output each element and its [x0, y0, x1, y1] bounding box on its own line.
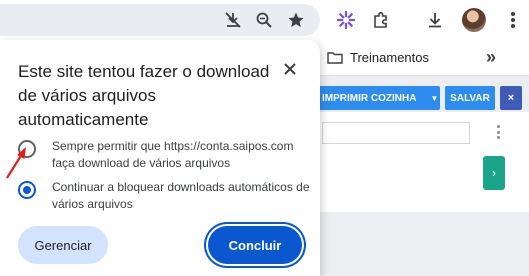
save-button[interactable]: SALVAR: [445, 86, 495, 110]
download-permission-dialog: Este site tentou fazer o download de vár…: [0, 40, 320, 276]
option-allow-label: Sempre permitir que https://conta.saipos…: [52, 139, 294, 170]
bookmark-star-icon[interactable]: [285, 9, 307, 31]
radio-block[interactable]: [18, 181, 36, 199]
print-kitchen-label: IMPRIMIR COZINHA: [322, 92, 417, 104]
print-kitchen-button[interactable]: IMPRIMIR COZINHA ▼: [300, 86, 440, 110]
downloads-icon[interactable]: [424, 9, 446, 31]
annotation-arrow-icon: [6, 147, 26, 179]
search-input[interactable]: [322, 122, 470, 144]
more-options-icon[interactable]: [497, 125, 501, 139]
profile-avatar[interactable]: [462, 8, 486, 32]
menu-icon[interactable]: [505, 10, 521, 30]
done-button[interactable]: Concluir: [208, 226, 302, 264]
folder-icon: [327, 52, 343, 64]
next-button[interactable]: ›: [483, 156, 505, 190]
option-block-label: Continuar a bloquear downloads automátic…: [52, 180, 310, 211]
caret-down-icon[interactable]: ▼: [430, 94, 438, 103]
browser-toolbar: [0, 0, 529, 40]
manage-button[interactable]: Gerenciar: [18, 226, 108, 264]
bookmark-folder-label[interactable]: Treinamentos: [350, 50, 429, 65]
download-blocked-icon[interactable]: [222, 9, 244, 31]
extension-purple-icon[interactable]: [335, 9, 357, 31]
dialog-title: Este site tentou fazer o download de vár…: [18, 62, 270, 129]
zoom-icon[interactable]: [253, 9, 275, 31]
extensions-puzzle-icon[interactable]: [370, 9, 392, 31]
close-icon[interactable]: [280, 59, 300, 79]
close-button[interactable]: ×: [500, 86, 522, 110]
bookmarks-more-button[interactable]: »: [486, 47, 496, 68]
